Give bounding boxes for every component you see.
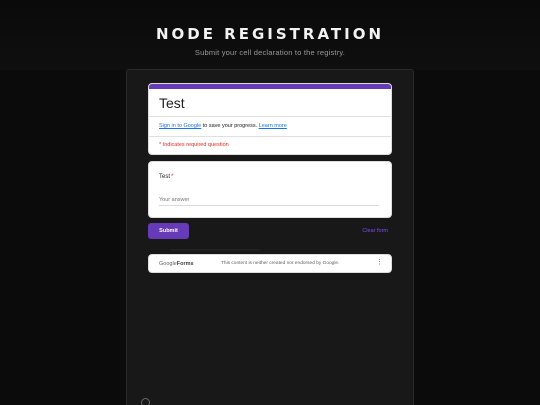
answer-underline (159, 205, 379, 206)
divider (149, 116, 391, 117)
divider (149, 136, 391, 137)
form-footer-card: GoogleForms This content is neither crea… (148, 254, 392, 273)
help-icon[interactable] (141, 398, 150, 405)
disclaimer-text: This content is neither created nor endo… (221, 261, 340, 266)
page-header: NODE REGISTRATION Submit your cell decla… (0, 0, 540, 70)
clear-form-link[interactable]: Clear form (352, 228, 388, 234)
form-header-card: Test Sign in to Google to save your prog… (148, 83, 392, 155)
page-title: NODE REGISTRATION (155, 25, 385, 43)
logo-google-text: Google (159, 261, 177, 267)
required-note: * Indicates required question (159, 142, 229, 148)
logo-forms-text: Forms (176, 261, 194, 267)
question-label-text: Test (159, 174, 171, 180)
question-card: Test* (148, 161, 392, 218)
form-accent-bar (149, 84, 391, 89)
submit-button[interactable]: Submit (148, 223, 189, 239)
learn-more-link[interactable]: Learn more (259, 123, 287, 129)
required-mark: * (171, 174, 174, 180)
signin-link[interactable]: Sign in to Google (159, 123, 201, 129)
faint-text-line (170, 249, 260, 251)
question-label: Test* (159, 174, 173, 180)
signin-text: to save your progress. (201, 123, 259, 129)
signin-row: Sign in to Google to save your progress.… (159, 123, 287, 129)
more-vert-icon[interactable]: ⋮ (376, 259, 383, 266)
google-forms-logo[interactable]: GoogleForms (159, 261, 194, 267)
form-title: Test (159, 95, 185, 111)
answer-input[interactable] (159, 195, 279, 205)
page-subtitle: Submit your cell declaration to the regi… (194, 48, 346, 57)
